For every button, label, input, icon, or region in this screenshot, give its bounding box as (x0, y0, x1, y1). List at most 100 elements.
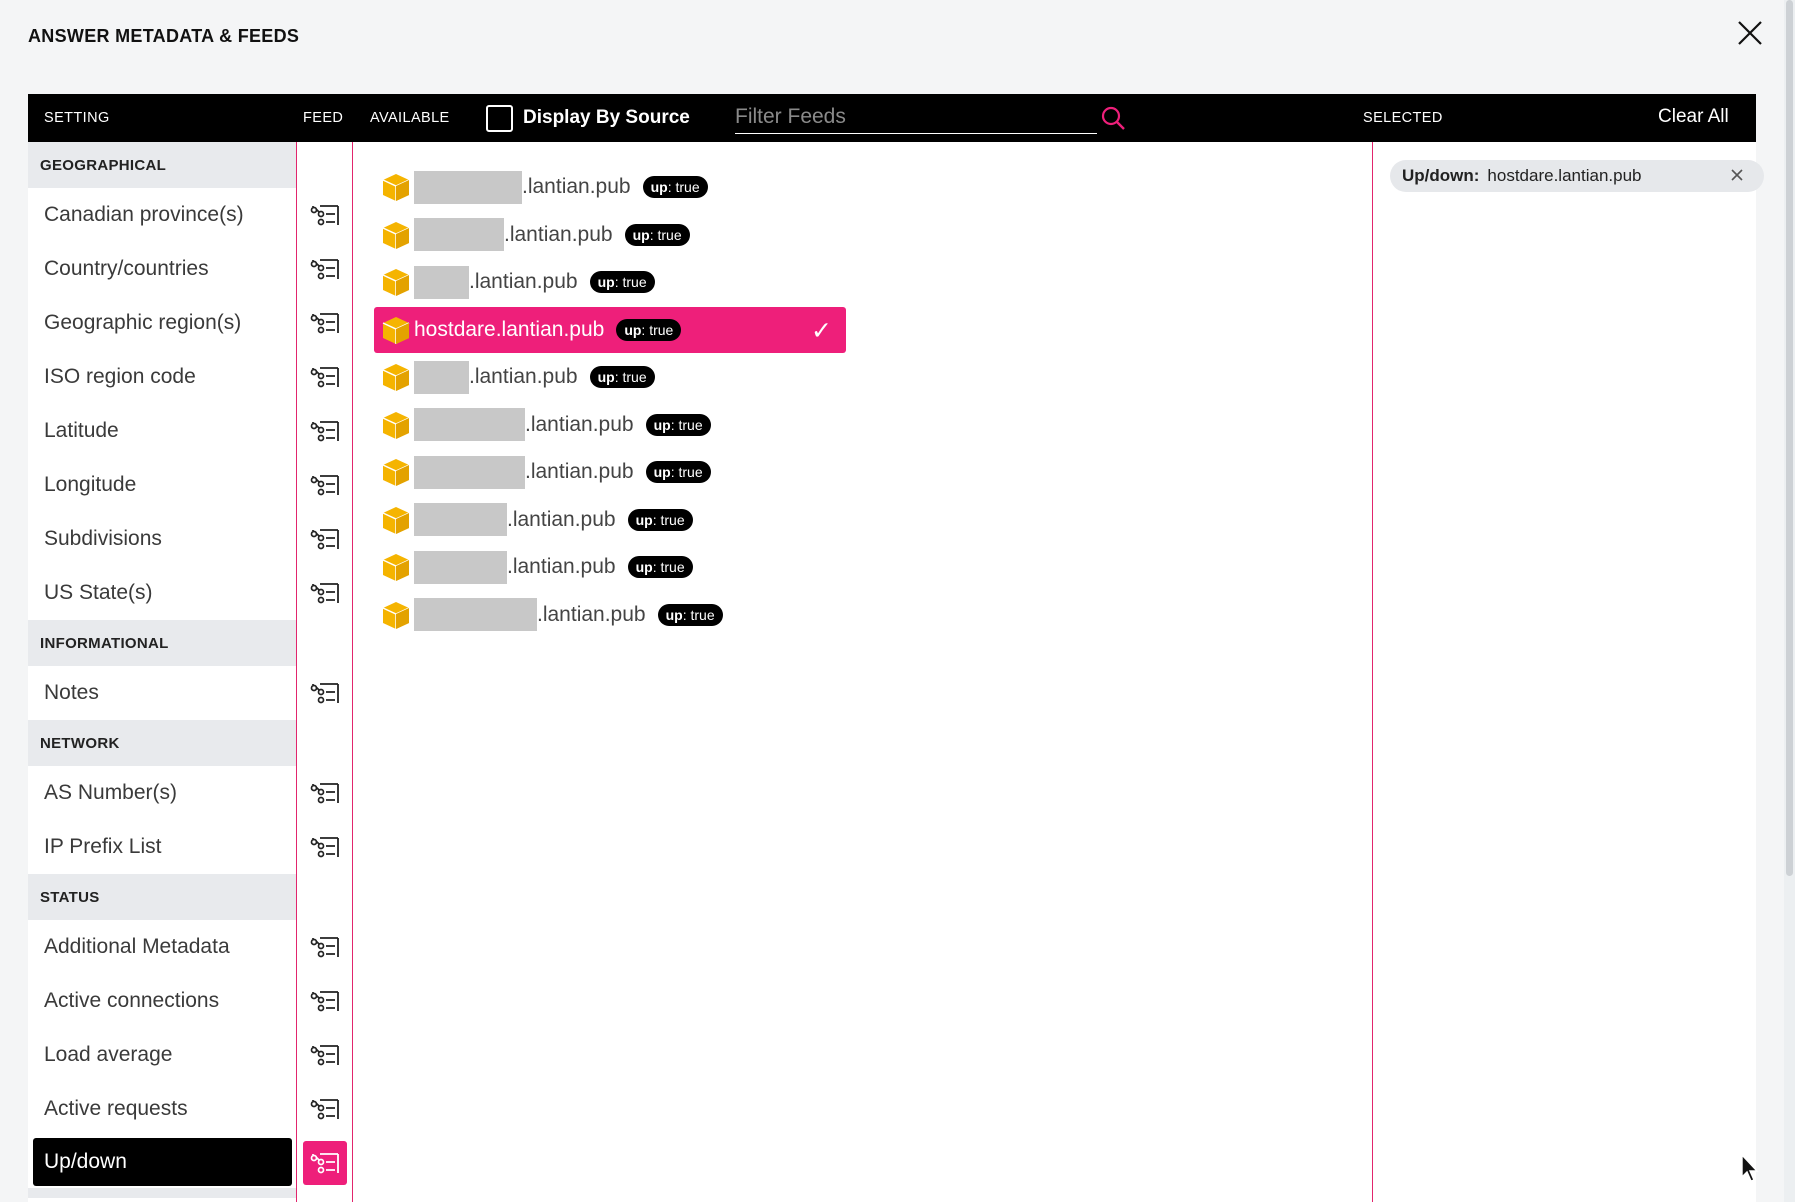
feed-item[interactable]: .lantian.pub up: true (374, 212, 690, 258)
redacted-hostname (414, 455, 525, 489)
page-scrollbar[interactable] (1784, 0, 1795, 1202)
setting-item-notes[interactable]: Notes (28, 666, 296, 720)
feed-item[interactable]: .lantian.pub up: true (374, 259, 655, 305)
redacted-hostname (414, 550, 507, 584)
feed-item[interactable]: hostdare.lantian.pub up: true ✓ (374, 306, 846, 353)
setting-item-canadian-province-s[interactable]: Canadian province(s) (28, 188, 296, 242)
badge-value: : true (682, 606, 715, 623)
close-icon[interactable] (1733, 16, 1767, 50)
feed-name: .lantian.pub (504, 222, 613, 246)
badge-key: up (597, 369, 615, 385)
feed-settings-icon[interactable] (308, 1092, 342, 1126)
setting-item-iso-region-code[interactable]: ISO region code (28, 350, 296, 404)
cube-icon (380, 409, 412, 441)
display-by-source-toggle[interactable]: Display By Source (486, 103, 690, 133)
redacted-hostname (414, 408, 525, 441)
feed-settings-icon[interactable] (308, 306, 342, 340)
cube-icon (380, 456, 412, 488)
badge-value: : true (614, 274, 647, 290)
badge-value: : true (649, 226, 682, 243)
feed-settings-icon[interactable] (308, 930, 342, 964)
cube-icon (380, 266, 412, 298)
badge-key: up (635, 559, 653, 575)
chip-key: Up/down: (1402, 166, 1480, 185)
cube-icon (380, 551, 412, 583)
status-badge: up: true (616, 318, 682, 341)
feed-settings-icon[interactable] (303, 1141, 347, 1185)
available-column-header: AVAILABLE (370, 110, 450, 126)
setting-item-additional-metadata[interactable]: Additional Metadata (28, 920, 296, 974)
feed-item[interactable]: .lantian.pub up: true (374, 402, 711, 448)
setting-item-latitude[interactable]: Latitude (28, 404, 296, 458)
feed-settings-icon[interactable] (308, 522, 342, 556)
status-badge: up: true (645, 461, 711, 483)
feed-item[interactable]: .lantian.pub up: true (374, 497, 693, 543)
cube-icon (380, 314, 412, 346)
setting-column-header: SETTING (44, 110, 110, 126)
feed-settings-icon[interactable] (308, 576, 342, 610)
status-badge: up: true (645, 413, 711, 436)
redacted-hostname (414, 360, 469, 394)
dialog-title: ANSWER METADATA & FEEDS (28, 26, 300, 46)
badge-key: up (632, 226, 650, 243)
feed-settings-icon[interactable] (308, 830, 342, 864)
feed-settings-icon[interactable] (308, 984, 342, 1018)
available-feeds-list: .lantian.pub up: true .lantian.pub up: true… (353, 142, 1373, 1202)
feed-settings-icon[interactable] (308, 468, 342, 502)
remove-chip-icon[interactable] (1726, 164, 1748, 186)
filter-feeds-input[interactable] (735, 100, 1097, 134)
feed-item[interactable]: .lantian.pub up: true (374, 354, 655, 400)
badge-key: up (650, 179, 668, 195)
feed-settings-icon[interactable] (308, 776, 342, 810)
cube-icon (380, 171, 412, 203)
chip-value: hostdare.lantian.pub (1487, 166, 1642, 185)
redacted-hostname (414, 503, 507, 536)
search-icon[interactable] (1099, 104, 1127, 132)
feed-settings-icon[interactable] (308, 360, 342, 394)
group-header-network: NETWORK (28, 720, 296, 766)
settings-list-end (28, 1188, 296, 1198)
group-header-status: STATUS (28, 874, 296, 920)
setting-item-geographic-region-s[interactable]: Geographic region(s) (28, 296, 296, 350)
badge-key: up (665, 606, 683, 623)
badge-key: up (653, 464, 671, 480)
feed-name: .lantian.pub (537, 602, 646, 626)
clear-all-button[interactable]: Clear All (1658, 106, 1729, 128)
feed-name: .lantian.pub (507, 507, 616, 531)
feed-name: .lantian.pub (525, 460, 634, 483)
setting-item-load-average[interactable]: Load average (28, 1028, 296, 1082)
setting-item-active-requests[interactable]: Active requests (28, 1082, 296, 1136)
feed-settings-icon[interactable] (308, 252, 342, 286)
setting-item-longitude[interactable]: Longitude (28, 458, 296, 512)
badge-key: up (597, 274, 615, 290)
cube-icon (380, 361, 412, 393)
setting-item-active-connections[interactable]: Active connections (28, 974, 296, 1028)
feed-settings-icon[interactable] (308, 414, 342, 448)
scrollbar-thumb[interactable] (1786, 0, 1793, 876)
badge-key: up (653, 416, 671, 433)
cube-icon (380, 504, 412, 536)
setting-item-as-number-s[interactable]: AS Number(s) (28, 766, 296, 820)
redacted-hostname (414, 170, 522, 204)
feed-settings-icon[interactable] (308, 198, 342, 232)
feed-item[interactable]: .lantian.pub up: true (374, 592, 723, 638)
feed-icon-column (296, 142, 353, 1202)
badge-value: : true (652, 511, 685, 528)
status-badge: up: true (657, 603, 723, 626)
feed-name: .lantian.pub (525, 412, 634, 436)
display-by-source-checkbox[interactable] (486, 104, 513, 132)
setting-item-up-down[interactable]: Up/down (33, 1138, 292, 1186)
cube-icon (380, 599, 412, 631)
feed-item[interactable]: .lantian.pub up: true (374, 164, 708, 210)
feed-name: .lantian.pub (469, 270, 578, 293)
feed-settings-icon[interactable] (308, 1038, 342, 1072)
setting-item-subdivisions[interactable]: Subdivisions (28, 512, 296, 566)
setting-item-country-countries[interactable]: Country/countries (28, 242, 296, 296)
setting-item-us-state-s[interactable]: US State(s) (28, 566, 296, 620)
feed-settings-icon[interactable] (308, 676, 342, 710)
feed-item[interactable]: .lantian.pub up: true (374, 544, 693, 590)
feed-item[interactable]: .lantian.pub up: true (374, 449, 711, 495)
setting-item-ip-prefix-list[interactable]: IP Prefix List (28, 820, 296, 874)
badge-value: : true (652, 559, 685, 575)
feed-name: .lantian.pub (507, 555, 616, 578)
